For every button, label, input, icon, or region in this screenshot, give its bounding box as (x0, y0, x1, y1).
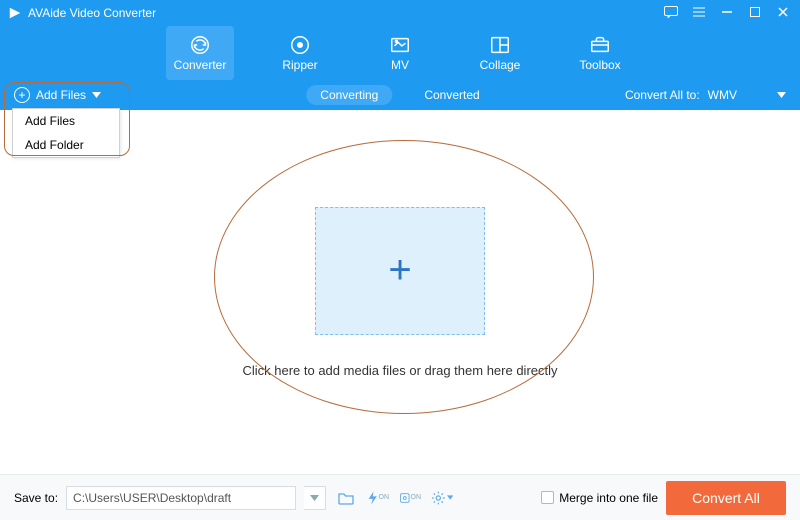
tab-converted[interactable]: Converted (410, 85, 493, 105)
drop-instruction: Click here to add media files or drag th… (242, 363, 557, 378)
target-format-value: WMV (708, 88, 737, 102)
caret-down-icon (92, 92, 101, 98)
sub-tabs: Converting Converted (306, 85, 493, 105)
app-title: AVAide Video Converter (28, 6, 156, 20)
high-speed-button[interactable]: ON (398, 486, 422, 510)
add-files-button[interactable]: + Add Files (14, 87, 101, 103)
ripper-icon (289, 34, 311, 56)
caret-down-icon (447, 495, 453, 500)
settings-button[interactable] (430, 486, 454, 510)
convert-all-button[interactable]: Convert All (666, 481, 786, 515)
converter-icon (189, 34, 211, 56)
nav-ripper[interactable]: Ripper (266, 26, 334, 80)
caret-down-icon (777, 92, 786, 98)
mv-icon (389, 34, 411, 56)
target-format-select[interactable]: WMV (708, 88, 786, 102)
brand: AVAide Video Converter (8, 6, 156, 20)
merge-label: Merge into one file (559, 491, 658, 505)
nav-mv[interactable]: MV (366, 26, 434, 80)
nav-toolbox[interactable]: Toolbox (566, 26, 634, 80)
dropdown-item-add-files[interactable]: Add Files (13, 109, 119, 133)
footer-bar: Save to: C:\Users\USER\Desktop\draft ON … (0, 474, 800, 520)
drop-zone[interactable]: + (315, 207, 485, 335)
checkbox-icon (541, 491, 554, 504)
add-files-label: Add Files (36, 88, 86, 102)
gpu-accel-button[interactable]: ON (366, 486, 390, 510)
plus-icon: + (388, 248, 411, 293)
dropdown-item-add-folder[interactable]: Add Folder (13, 133, 119, 157)
nav-converter[interactable]: Converter (166, 26, 234, 80)
nav-label: Collage (480, 58, 521, 72)
save-to-label: Save to: (14, 491, 58, 505)
convert-all-to: Convert All to: WMV (625, 88, 786, 102)
tab-converting[interactable]: Converting (306, 85, 392, 105)
secondary-bar: + Add Files Converting Converted Convert… (0, 80, 800, 110)
titlebar: AVAide Video Converter (0, 0, 800, 26)
menu-icon[interactable] (690, 6, 708, 21)
main-area: + Click here to add media files or drag … (0, 110, 800, 474)
plus-circle-icon: + (14, 87, 30, 103)
caret-down-icon (310, 495, 319, 501)
merge-toggle[interactable]: Merge into one file (541, 491, 658, 505)
nav-label: Toolbox (579, 58, 620, 72)
convert-all-to-label: Convert All to: (625, 88, 700, 102)
add-files-dropdown: Add Files Add Folder (12, 108, 120, 158)
feedback-icon[interactable] (662, 6, 680, 21)
save-path-value: C:\Users\USER\Desktop\draft (73, 491, 231, 505)
nav-label: Converter (174, 58, 227, 72)
maximize-icon[interactable] (746, 6, 764, 21)
nav-label: Ripper (282, 58, 317, 72)
minimize-icon[interactable] (718, 6, 736, 21)
main-navbar: Converter Ripper MV Collage Toolbox (0, 26, 800, 80)
collage-icon (489, 34, 511, 56)
save-path-dropdown[interactable] (304, 486, 326, 510)
toolbox-icon (589, 34, 611, 56)
window-controls (662, 6, 792, 21)
app-logo-icon (8, 6, 22, 20)
nav-label: MV (391, 58, 409, 72)
nav-collage[interactable]: Collage (466, 26, 534, 80)
open-folder-button[interactable] (334, 486, 358, 510)
save-path-field[interactable]: C:\Users\USER\Desktop\draft (66, 486, 296, 510)
close-icon[interactable] (774, 6, 792, 21)
